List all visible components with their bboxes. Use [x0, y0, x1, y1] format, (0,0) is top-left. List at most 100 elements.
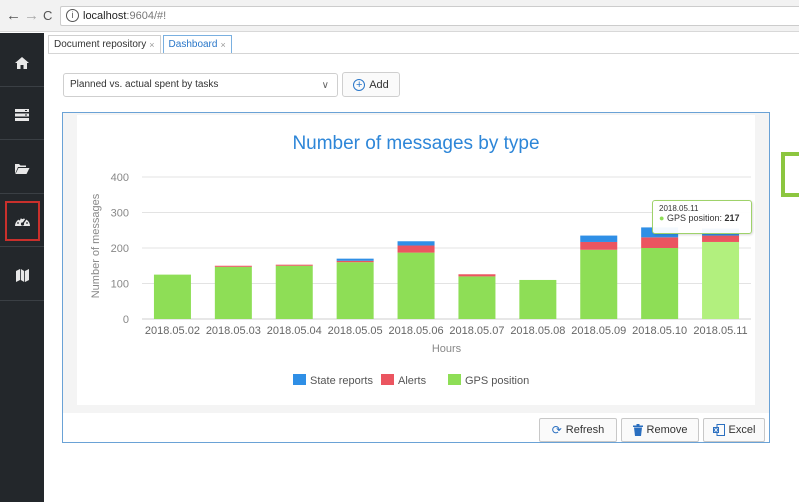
y-tick-label: 400 [111, 172, 129, 184]
bar-gps-position [580, 249, 618, 319]
forward-icon[interactable]: → [24, 7, 39, 24]
bar-state-reports [397, 241, 435, 246]
sidebar-item-home[interactable] [0, 43, 44, 83]
bar-alerts [397, 245, 435, 253]
dashboard-widget: Number of messages by type 0 100 200 300 400… [62, 112, 770, 443]
excel-button-label: Excel [728, 424, 756, 436]
report-select[interactable]: Planned vs. actual spent by tasks ∨ [63, 73, 338, 97]
sidebar-divider [0, 193, 44, 194]
x-tick-label: 2018.05.10 [632, 325, 687, 337]
sidebar-divider [0, 86, 44, 87]
back-icon[interactable]: ← [6, 7, 21, 24]
reload-icon[interactable]: C [43, 8, 52, 23]
tooltip-marker: ● [659, 213, 665, 223]
home-icon [15, 57, 29, 69]
server-icon [15, 109, 29, 121]
bar-gps-position [458, 276, 496, 319]
sidebar-divider [0, 300, 44, 301]
y-axis-label: Number of messages [90, 193, 102, 298]
tab-dashboard[interactable]: Dashboard × [162, 35, 232, 53]
bar-gps-position [702, 241, 740, 319]
bar-gps-position [336, 262, 374, 319]
excel-button[interactable]: Excel [703, 418, 765, 442]
dashboard-gauge-icon [15, 216, 30, 226]
tooltip-series-row: ● GPS position: 217 [659, 213, 745, 223]
legend-label: State reports [310, 375, 373, 387]
x-tick-label: 2018.05.02 [145, 325, 200, 337]
legend-swatch [448, 374, 461, 385]
x-tick-label: 2018.05.09 [571, 325, 626, 337]
url-path: :9604/#! [126, 10, 167, 22]
trash-icon [632, 424, 643, 436]
bar-gps-position [519, 279, 557, 319]
bar-state-reports [336, 258, 374, 261]
sidebar-item-map[interactable] [0, 255, 44, 295]
legend-label: GPS position [465, 375, 529, 387]
legend-swatch [293, 374, 306, 385]
url-host: localhost [83, 10, 127, 22]
excel-export-icon [712, 424, 725, 436]
refresh-button-label: Refresh [565, 424, 605, 436]
bar-alerts [214, 265, 252, 267]
x-tick-label: 2018.05.11 [693, 325, 747, 337]
browser-toolbar: ← → C i localhost:9604/#! [0, 0, 799, 32]
sidebar-item-dashboard[interactable] [5, 201, 40, 241]
remove-button-label: Remove [646, 424, 688, 436]
site-info-icon[interactable]: i [66, 9, 79, 22]
chevron-down-icon: ∨ [321, 80, 329, 91]
refresh-button[interactable]: ⟳ Refresh [539, 418, 617, 442]
bar-gps-position [275, 265, 313, 319]
next-widget-edge [781, 152, 799, 197]
x-tick-label: 2018.05.06 [389, 325, 444, 337]
tab-label: Document repository [54, 39, 147, 50]
remove-button[interactable]: Remove [621, 418, 699, 442]
bar-gps-position [153, 274, 191, 319]
legend-swatch [381, 374, 394, 385]
y-tick-label: 0 [123, 314, 129, 326]
folder-open-icon [15, 163, 30, 174]
tooltip-date: 2018.05.11 [659, 204, 699, 213]
x-axis-label: Hours [432, 343, 462, 355]
sidebar-item-servers[interactable] [0, 95, 44, 135]
bar-alerts [580, 241, 618, 250]
tooltip-value: 217 [724, 213, 740, 223]
x-tick-label: 2018.05.08 [510, 325, 565, 337]
sidebar-divider [0, 246, 44, 247]
bar-gps-position [641, 248, 679, 319]
chart-tooltip: 2018.05.11 ● GPS position: 217 [652, 200, 752, 234]
sidebar-divider [0, 139, 44, 140]
bar-alerts [336, 260, 374, 263]
tab-label: Dashboard [168, 39, 218, 50]
bar-alerts [641, 237, 679, 248]
tab-bar: Document repository × Dashboard × [48, 35, 234, 53]
refresh-icon: ⟳ [551, 423, 562, 437]
report-select-value: Planned vs. actual spent by tasks [70, 79, 219, 90]
bar-state-reports [580, 235, 618, 242]
tab-document-repository[interactable]: Document repository × [48, 35, 161, 53]
sidebar-item-documents[interactable] [0, 148, 44, 188]
map-icon [15, 268, 29, 282]
plus-circle-icon: + [353, 78, 366, 91]
bar-alerts [275, 264, 313, 266]
bar-alerts [458, 274, 496, 277]
x-tick-label: 2018.05.05 [328, 325, 383, 337]
add-button-label: Add [369, 78, 389, 91]
bar-gps-position [214, 266, 252, 319]
y-tick-label: 100 [111, 279, 129, 291]
y-tick-label: 300 [111, 208, 129, 220]
chart-container: Number of messages by type 0 100 200 300 400… [77, 115, 755, 405]
chart-svg: 0 100 200 300 400 Number of messages 2018.05.0… [90, 172, 751, 387]
address-bar[interactable]: i localhost:9604/#! [60, 6, 799, 26]
x-tick-label: 2018.05.03 [206, 325, 261, 337]
tooltip-series: GPS position: [666, 213, 722, 223]
tab-divider [48, 53, 799, 54]
add-button[interactable]: + Add [342, 72, 400, 97]
bar-gps-position [397, 252, 435, 319]
y-tick-label: 200 [111, 243, 129, 255]
close-icon[interactable]: × [220, 40, 225, 50]
sidebar [0, 33, 44, 502]
close-icon[interactable]: × [149, 40, 154, 50]
x-tick-label: 2018.05.07 [449, 325, 504, 337]
x-tick-label: 2018.05.04 [267, 325, 322, 337]
legend-label: Alerts [398, 375, 427, 387]
